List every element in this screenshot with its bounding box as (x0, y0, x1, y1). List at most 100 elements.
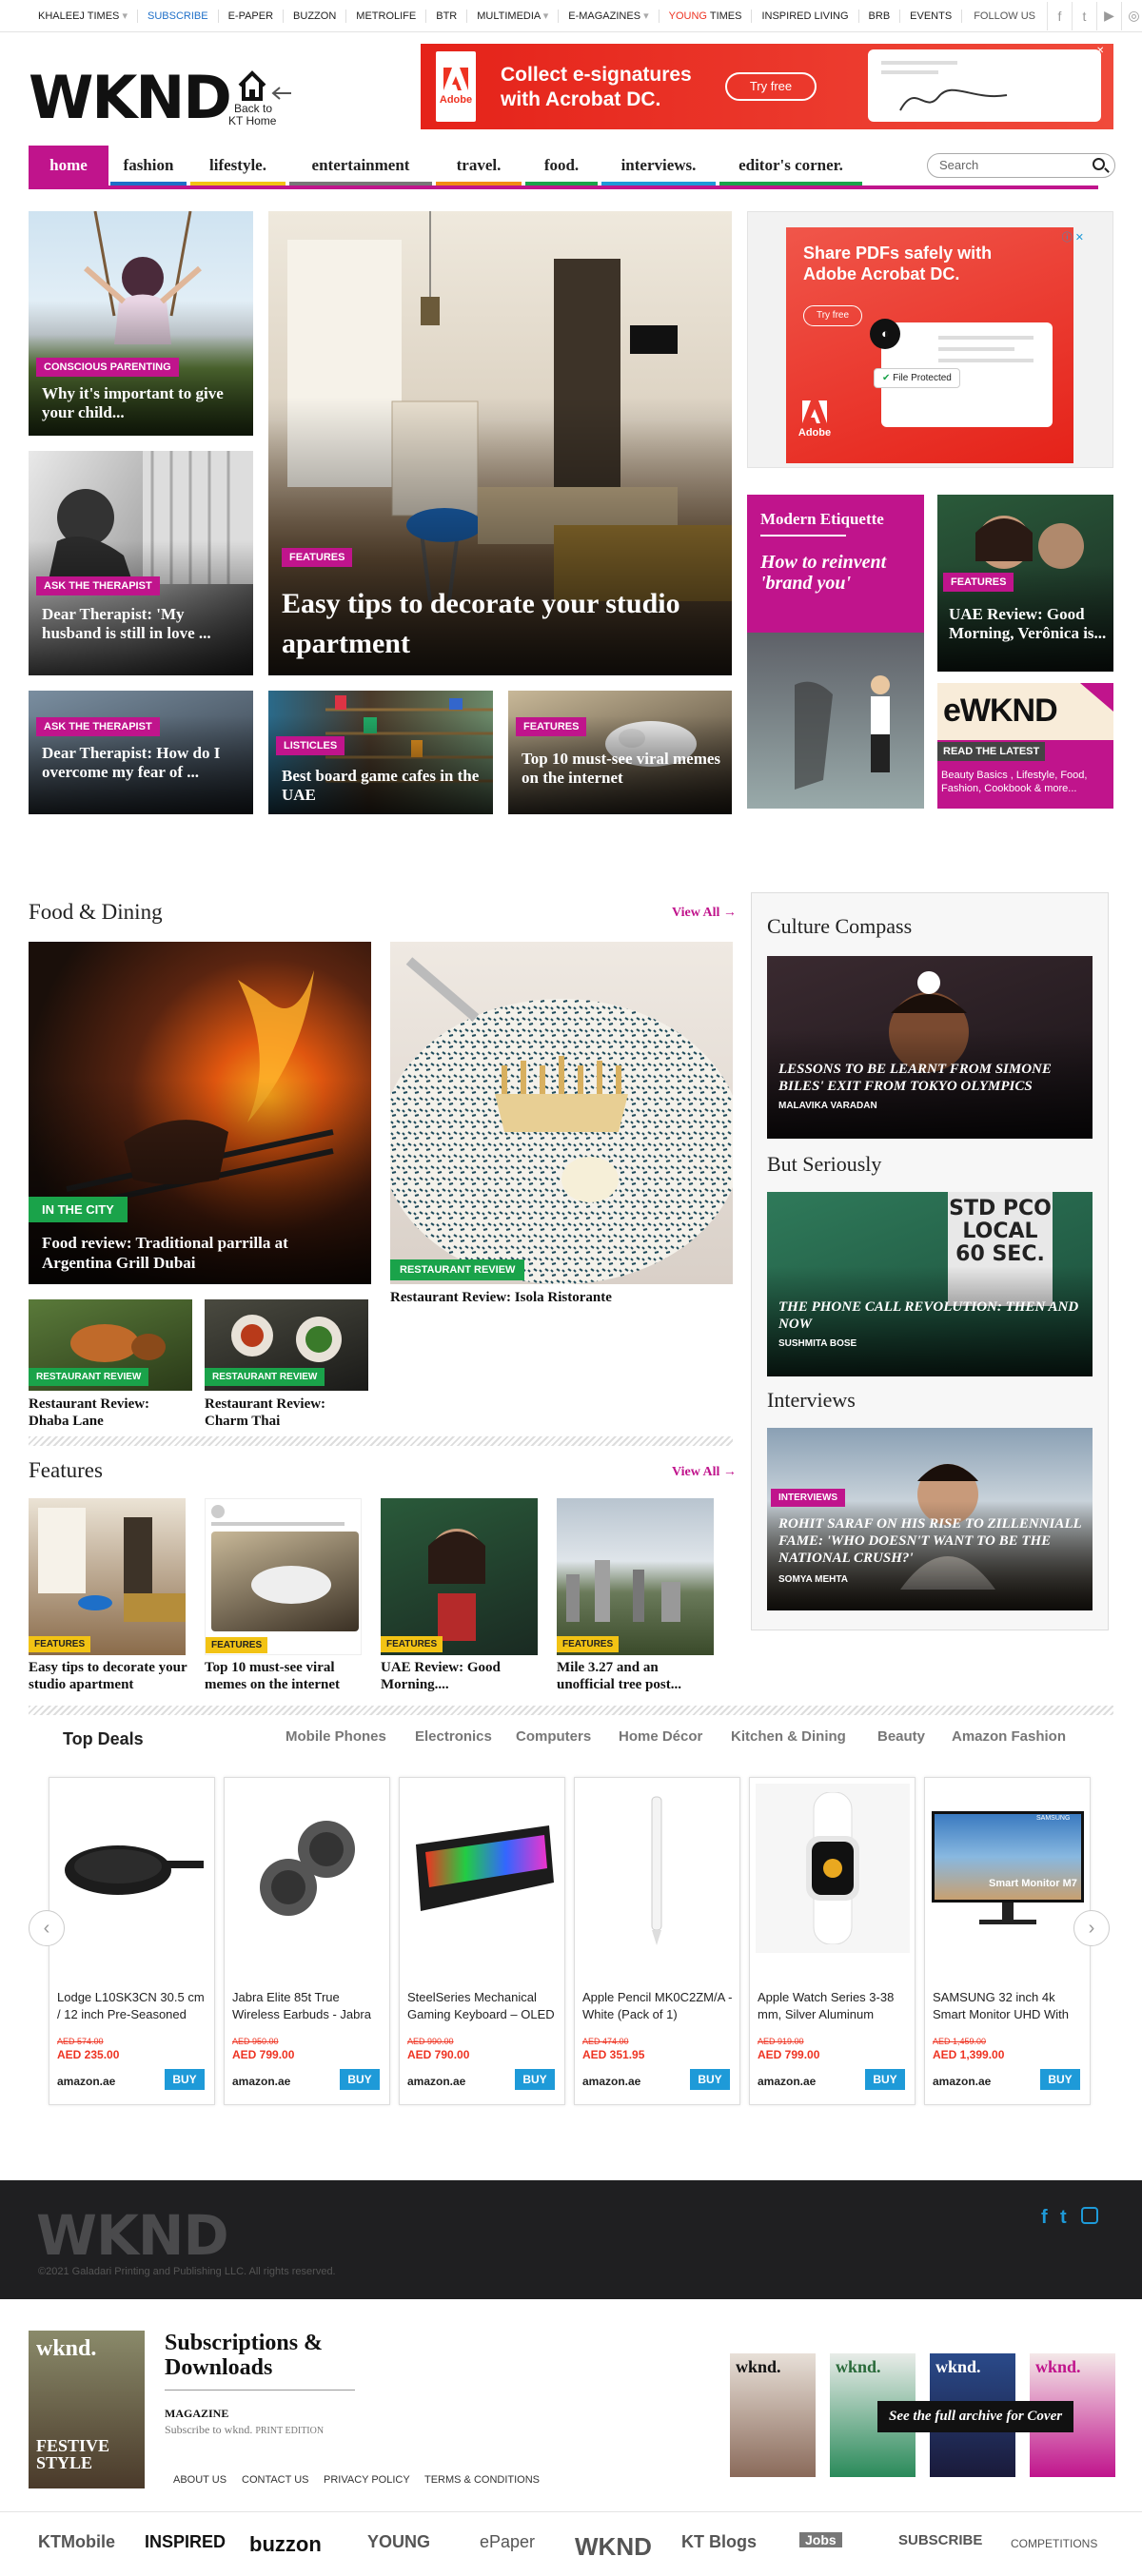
deal-card-earbuds[interactable]: Jabra Elite 85t True Wireless Earbuds - … (224, 1777, 390, 2105)
brand-wknd[interactable]: WKND (575, 2532, 652, 2562)
footer-link-terms[interactable]: TERMS & CONDITIONS (424, 2474, 540, 2486)
modern-etiquette-card[interactable]: Modern Etiquette How to reinvent 'brand … (747, 495, 924, 809)
archive-cover-1[interactable]: wknd. (730, 2353, 816, 2477)
article-title[interactable]: Top 10 must-see viral memes on the inter… (522, 750, 721, 788)
feature-card-1[interactable]: FEATURES (29, 1498, 186, 1655)
deals-tab-amazon-fashion[interactable]: Amazon Fashion (952, 1728, 1066, 1745)
ad-try-free-button[interactable]: Try free (725, 72, 817, 101)
deals-tab-electronics[interactable]: Electronics (415, 1728, 492, 1745)
youtube-icon[interactable]: ▶ (1095, 1, 1121, 30)
category-tag[interactable]: FEATURES (206, 1637, 268, 1653)
buy-button[interactable]: BUY (515, 2069, 555, 2090)
category-tag[interactable]: FEATURES (516, 717, 587, 736)
carousel-next-button[interactable]: › (1073, 1910, 1110, 1946)
nav-lifestyle[interactable]: lifestyle. (190, 146, 286, 185)
deals-tab-home-decor[interactable]: Home Décor (619, 1728, 702, 1745)
category-tag[interactable]: FEATURES (381, 1636, 443, 1652)
ad-side-try-free-button[interactable]: Try free (803, 305, 862, 326)
culture-title[interactable]: LESSONS TO BE LEARNT FROM SIMONE BILES' … (778, 1061, 1083, 1095)
feature-caption[interactable]: UAE Review: Good Morning.... (381, 1659, 542, 1693)
article-card-studio-apartment[interactable]: FEATURES Easy tips to decorate your stud… (268, 211, 732, 675)
footer-facebook-icon[interactable]: f (1041, 2207, 1048, 2229)
brand-competitions[interactable]: COMPETITIONS (1011, 2537, 1097, 2550)
article-title[interactable]: Dear Therapist: 'My husband is still in … (42, 605, 242, 643)
article-title[interactable]: Dear Therapist: How do I overcome my fea… (42, 744, 242, 782)
category-tag[interactable]: ASK THE THERAPIST (36, 717, 160, 736)
article-card-argentina-grill[interactable]: IN THE CITY Food review: Traditional par… (29, 942, 371, 1284)
article-caption[interactable]: Restaurant Review: Dhaba Lane (29, 1395, 192, 1430)
culture-title[interactable]: ROHIT SARAF ON HIS RISE TO ZILLENNIALL F… (778, 1515, 1093, 1567)
category-tag[interactable]: LISTICLES (276, 736, 345, 755)
deals-tab-mobile-phones[interactable]: Mobile Phones (286, 1728, 386, 1745)
article-caption[interactable]: Restaurant Review: Charm Thai (205, 1395, 368, 1430)
category-tag[interactable]: FEATURES (943, 573, 1014, 592)
brand-kt-blogs[interactable]: KT Blogs (681, 2532, 757, 2552)
topbar-link-epaper[interactable]: E-PAPER (219, 9, 285, 23)
topbar-link-events[interactable]: EVENTS (900, 9, 963, 23)
brand-buzzon[interactable]: buzzon (249, 2532, 322, 2557)
deal-card-samsung-monitor[interactable]: SAMSUNG Smart Monitor M7 SAMSUNG 32 inch… (924, 1777, 1091, 2105)
deal-card-keyboard[interactable]: SteelSeries Mechanical Gaming Keyboard –… (399, 1777, 565, 2105)
product-name[interactable]: Lodge L10SK3CN 30.5 cm / 12 inch Pre-Sea… (57, 1989, 209, 2027)
brand-inspired[interactable]: INSPIRED (145, 2532, 226, 2552)
adobe-side-ad[interactable]: Share PDFs safely with Adobe Acrobat DC. … (747, 211, 1113, 468)
author-name[interactable]: MALAVIKA VARADAN (778, 1101, 877, 1111)
category-tag[interactable]: CONSCIOUS PARENTING (36, 358, 179, 377)
topbar-link-brb[interactable]: BRB (859, 9, 901, 23)
culture-title[interactable]: THE PHONE CALL REVOLUTION: THEN AND NOW (778, 1298, 1083, 1333)
article-caption[interactable]: Restaurant Review: Isola Ristorante (390, 1289, 733, 1306)
article-card-parenting[interactable]: CONSCIOUS PARENTING Why it's important t… (29, 211, 253, 436)
feature-caption[interactable]: Top 10 must-see viral memes on the inter… (205, 1659, 366, 1693)
buy-button[interactable]: BUY (165, 2069, 205, 2090)
deal-card-skillet[interactable]: Lodge L10SK3CN 30.5 cm / 12 inch Pre-Sea… (49, 1777, 215, 2105)
footer-logo[interactable]: WKND (36, 2203, 229, 2268)
etiquette-title[interactable]: How to reinvent 'brand you' (760, 552, 913, 594)
article-title[interactable]: Why it's important to give your child... (42, 384, 242, 422)
brand-kt-jobs[interactable]: Jobs (799, 2532, 842, 2547)
search-icon[interactable] (1093, 158, 1105, 170)
nav-food[interactable]: food. (525, 146, 598, 185)
article-card-isola[interactable]: RESTAURANT REVIEW (390, 942, 733, 1284)
category-tag[interactable]: FEATURES (557, 1636, 620, 1652)
brand-ktmobile[interactable]: KTMobile (38, 2532, 115, 2552)
category-tag[interactable]: FEATURES (282, 548, 353, 567)
article-card-board-games[interactable]: LISTICLES Best board game cafes in the U… (268, 691, 493, 814)
ad-close-icon[interactable]: ✕ (1096, 46, 1108, 57)
author-name[interactable]: SOMYA MEHTA (778, 1574, 848, 1585)
footer-instagram-icon[interactable] (1081, 2207, 1098, 2224)
deal-card-apple-watch[interactable]: Apple Watch Series 3-38 mm, Silver Alumi… (749, 1777, 916, 2105)
article-card-charm-thai[interactable]: RESTAURANT REVIEW (205, 1299, 368, 1391)
feature-card-3[interactable]: FEATURES (381, 1498, 538, 1655)
twitter-icon[interactable]: t (1071, 1, 1096, 30)
culture-card-simone-biles[interactable]: LESSONS TO BE LEARNT FROM SIMONE BILES' … (767, 956, 1093, 1139)
topbar-link-buzzon[interactable]: BUZZON (284, 9, 347, 23)
article-title[interactable]: Best board game cafes in the UAE (282, 767, 482, 805)
culture-card-phone-call[interactable]: STD PCO LOCAL 60 SEC. THE PHONE CALL REV… (767, 1192, 1093, 1376)
footer-twitter-icon[interactable]: t (1060, 2207, 1067, 2229)
deals-tab-computers[interactable]: Computers (516, 1728, 591, 1745)
archive-link[interactable]: See the full archive for Cover (877, 2401, 1074, 2432)
product-name[interactable]: Apple Watch Series 3-38 mm, Silver Alumi… (758, 1989, 910, 2027)
topbar-link-emagazines[interactable]: E-MAGAZINES ▾ (559, 9, 660, 23)
buy-button[interactable]: BUY (340, 2069, 380, 2090)
buy-button[interactable]: BUY (1040, 2069, 1080, 2090)
feature-card-4[interactable]: FEATURES (557, 1498, 714, 1655)
buy-button[interactable]: BUY (690, 2069, 730, 2090)
article-title[interactable]: Food review: Traditional parrilla at Arg… (42, 1233, 356, 1273)
article-card-dhaba-lane[interactable]: RESTAURANT REVIEW (29, 1299, 192, 1391)
brand-young-times[interactable]: YOUNG (367, 2532, 430, 2552)
category-tag[interactable]: IN THE CITY (29, 1197, 128, 1222)
food-view-all-link[interactable]: View All → (672, 906, 737, 921)
product-name[interactable]: Apple Pencil MK0C2ZM/A - White (Pack of … (582, 1989, 735, 2027)
features-view-all-link[interactable]: View All → (672, 1465, 737, 1480)
nav-entertainment[interactable]: entertainment (289, 146, 432, 185)
topbar-link-subscribe[interactable]: SUBSCRIBE (138, 9, 219, 23)
topbar-link-btr[interactable]: BTR (426, 9, 468, 23)
feature-caption[interactable]: Mile 3.27 and an unofficial tree post... (557, 1659, 719, 1693)
footer-link-about[interactable]: ABOUT US (173, 2474, 226, 2486)
article-card-memes[interactable]: FEATURES Top 10 must-see viral memes on … (508, 691, 732, 814)
article-card-uae-review[interactable]: FEATURES UAE Review: Good Morning, Verôn… (937, 495, 1113, 672)
feature-card-2[interactable]: FEATURES (205, 1498, 362, 1655)
article-card-therapist-2[interactable]: ASK THE THERAPIST Dear Therapist: How do… (29, 691, 253, 814)
category-tag[interactable]: RESTAURANT REVIEW (205, 1368, 325, 1386)
